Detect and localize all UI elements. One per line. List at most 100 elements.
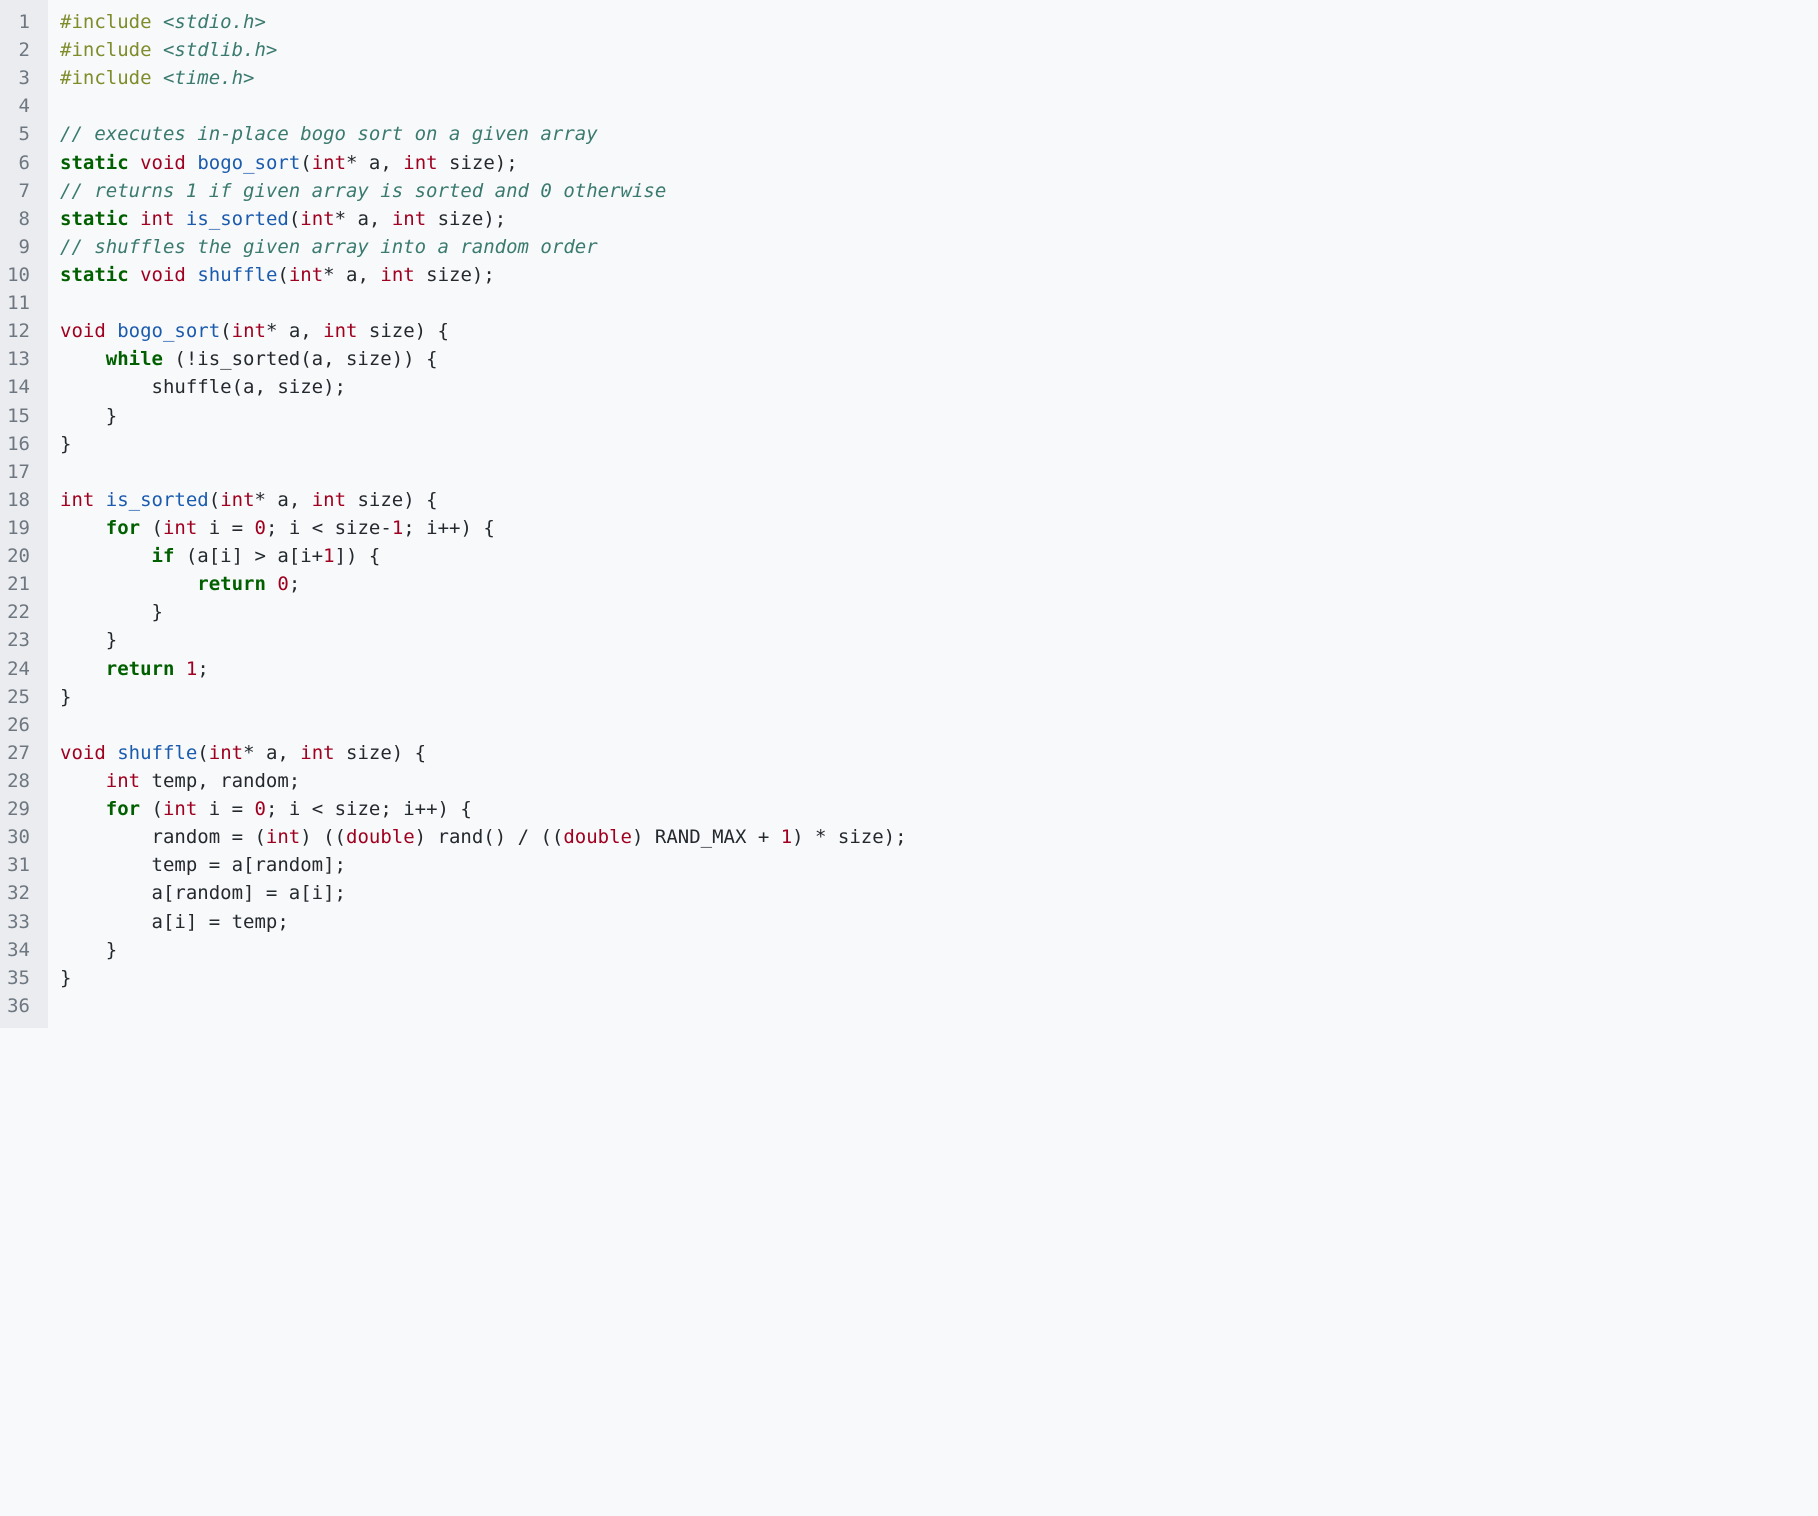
code-token: bogo_sort [117,320,220,342]
code-token: 1 [781,826,792,848]
code-token: void [60,742,106,764]
code-token: size); [415,264,495,286]
line-number: 4 [0,92,38,120]
code-line: } [60,964,1818,992]
code-token [60,658,106,680]
line-number: 11 [0,289,38,317]
line-number: 14 [0,373,38,401]
code-token: int [323,320,357,342]
code-line: #include <time.h> [60,64,1818,92]
code-line: // returns 1 if given array is sorted an… [60,177,1818,205]
code-token: (!is_sorted(a, size)) { [163,348,438,370]
code-token [106,320,117,342]
code-token: int [289,264,323,286]
line-number: 33 [0,908,38,936]
code-token: a[random] = a[i]; [60,882,346,904]
line-number: 2 [0,36,38,64]
code-token [174,208,185,230]
code-token: ; [289,573,300,595]
code-line: static void bogo_sort(int* a, int size); [60,149,1818,177]
code-token [60,517,106,539]
code-token: } [60,405,117,427]
code-token: int [392,208,426,230]
code-token: ; i < size; i++) { [266,798,472,820]
code-token: <stdlib.h> [163,39,277,61]
code-token: int [312,489,346,511]
code-line: return 1; [60,655,1818,683]
code-line [60,711,1818,739]
code-line: #include <stdlib.h> [60,36,1818,64]
code-token: * a, [323,264,380,286]
code-token: size) { [357,320,449,342]
code-token [60,770,106,792]
code-token: temp, random; [140,770,300,792]
code-token: random = ( [60,826,266,848]
code-line: a[random] = a[i]; [60,879,1818,907]
line-number: 15 [0,402,38,430]
code-token: * a, [243,742,300,764]
code-token: 1 [186,658,197,680]
code-token: int [403,152,437,174]
code-line: int temp, random; [60,767,1818,795]
code-token: while [106,348,163,370]
code-token: 1 [392,517,403,539]
code-line: shuffle(a, size); [60,373,1818,401]
code-token: int [266,826,300,848]
code-line: void bogo_sort(int* a, int size) { [60,317,1818,345]
code-token: ; i < size- [266,517,392,539]
code-token: shuffle [197,264,277,286]
code-token: (a[i] > a[i+ [174,545,323,567]
code-token: int [60,489,94,511]
line-number-gutter: 1234567891011121314151617181920212223242… [0,0,48,1028]
code-token: ) * size); [792,826,906,848]
code-token: int [300,742,334,764]
code-token [266,573,277,595]
code-token: i = [197,798,254,820]
code-line: int is_sorted(int* a, int size) { [60,486,1818,514]
code-token [186,152,197,174]
code-token: return [197,573,266,595]
line-number: 3 [0,64,38,92]
code-token: int [220,489,254,511]
code-token: * a, [346,152,403,174]
code-line: static void shuffle(int* a, int size); [60,261,1818,289]
code-token: bogo_sort [197,152,300,174]
code-token: void [140,152,186,174]
code-line: } [60,598,1818,626]
code-token: return [106,658,175,680]
line-number: 20 [0,542,38,570]
code-token: for [106,798,140,820]
code-token: ]) { [335,545,381,567]
line-number: 18 [0,486,38,514]
code-token: } [60,629,117,651]
code-line [60,289,1818,317]
code-token: temp = a[random]; [60,854,346,876]
code-token [60,573,197,595]
code-token: ( [277,264,288,286]
code-content[interactable]: #include <stdio.h>#include <stdlib.h>#in… [48,0,1818,1028]
code-token: // shuffles the given array into a rando… [60,236,598,258]
code-token: ( [140,517,163,539]
line-number: 8 [0,205,38,233]
code-token: 0 [255,798,266,820]
code-line: for (int i = 0; i < size; i++) { [60,795,1818,823]
line-number: 16 [0,430,38,458]
code-token: ( [209,489,220,511]
code-token [106,742,117,764]
code-token: #include [60,67,163,89]
line-number: 34 [0,936,38,964]
code-line: random = (int) ((double) rand() / ((doub… [60,823,1818,851]
code-token: ; [197,658,208,680]
code-token [174,658,185,680]
code-token: * a, [255,489,312,511]
line-number: 9 [0,233,38,261]
code-token: static [60,152,129,174]
code-token: shuffle(a, size); [60,376,346,398]
line-number: 6 [0,149,38,177]
line-number: 27 [0,739,38,767]
code-token: } [60,686,71,708]
code-token: ) RAND_MAX + [632,826,781,848]
code-token: static [60,208,129,230]
code-token: int [140,208,174,230]
code-line: for (int i = 0; i < size-1; i++) { [60,514,1818,542]
